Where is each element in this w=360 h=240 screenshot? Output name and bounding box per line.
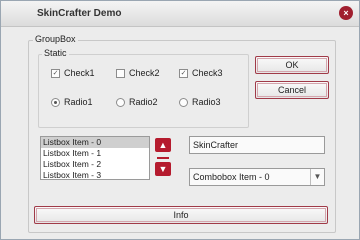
window-title: SkinCrafter Demo (37, 8, 122, 19)
checkbox-check1[interactable]: ✓ Check1 (51, 68, 95, 78)
chevron-down-icon[interactable]: ▼ (310, 169, 324, 185)
radio-radio2[interactable]: Radio2 (116, 97, 158, 107)
checkbox-check2[interactable]: Check2 (116, 68, 160, 78)
static-box: Static ✓ Check1 Check2 ✓ Check3 Radio1 R… (38, 48, 249, 128)
combobox[interactable]: Combobox Item - 0 ▼ (189, 168, 325, 186)
checkbox-check3-label: Check3 (192, 68, 223, 78)
radio-radio1[interactable]: Radio1 (51, 97, 93, 107)
radio-radio1-dot[interactable] (51, 97, 60, 107)
ok-button[interactable]: OK (255, 56, 329, 74)
groupbox: GroupBox Static ✓ Check1 Check2 ✓ Check3… (28, 34, 336, 233)
static-box-label: Static (42, 48, 69, 58)
combobox-value: Combobox Item - 0 (193, 172, 270, 182)
list-item[interactable]: Listbox Item - 2 (41, 159, 149, 170)
list-item[interactable]: Listbox Item - 3 (41, 170, 149, 179)
info-button[interactable]: Info (34, 206, 328, 224)
close-icon[interactable]: × (339, 6, 353, 20)
radio-radio3-label: Radio3 (192, 97, 221, 107)
groupbox-label: GroupBox (33, 34, 78, 44)
title-bar[interactable]: SkinCrafter Demo × (1, 1, 359, 27)
checkbox-check2-box[interactable] (116, 68, 125, 78)
checkbox-check2-label: Check2 (129, 68, 160, 78)
spin-down-icon[interactable]: ▼ (155, 162, 171, 176)
radio-radio1-label: Radio1 (64, 97, 93, 107)
checkbox-check1-label: Check1 (64, 68, 95, 78)
checkbox-check3[interactable]: ✓ Check3 (179, 68, 223, 78)
checkbox-check3-box[interactable]: ✓ (179, 68, 188, 78)
spin-up-icon[interactable]: ▲ (155, 138, 171, 152)
radio-radio3[interactable]: Radio3 (179, 97, 221, 107)
radio-radio2-dot[interactable] (116, 97, 125, 107)
listbox[interactable]: Listbox Item - 0 Listbox Item - 1 Listbo… (40, 136, 150, 180)
dialog-window: SkinCrafter Demo × GroupBox Static ✓ Che… (0, 0, 360, 240)
radio-radio2-label: Radio2 (129, 97, 158, 107)
list-item[interactable]: Listbox Item - 0 (41, 137, 149, 148)
list-item[interactable]: Listbox Item - 1 (41, 148, 149, 159)
cancel-button[interactable]: Cancel (255, 81, 329, 99)
radio-radio3-dot[interactable] (179, 97, 188, 107)
spin-divider (157, 157, 169, 159)
text-edit-field[interactable]: SkinCrafter (189, 136, 325, 154)
checkbox-check1-box[interactable]: ✓ (51, 68, 60, 78)
